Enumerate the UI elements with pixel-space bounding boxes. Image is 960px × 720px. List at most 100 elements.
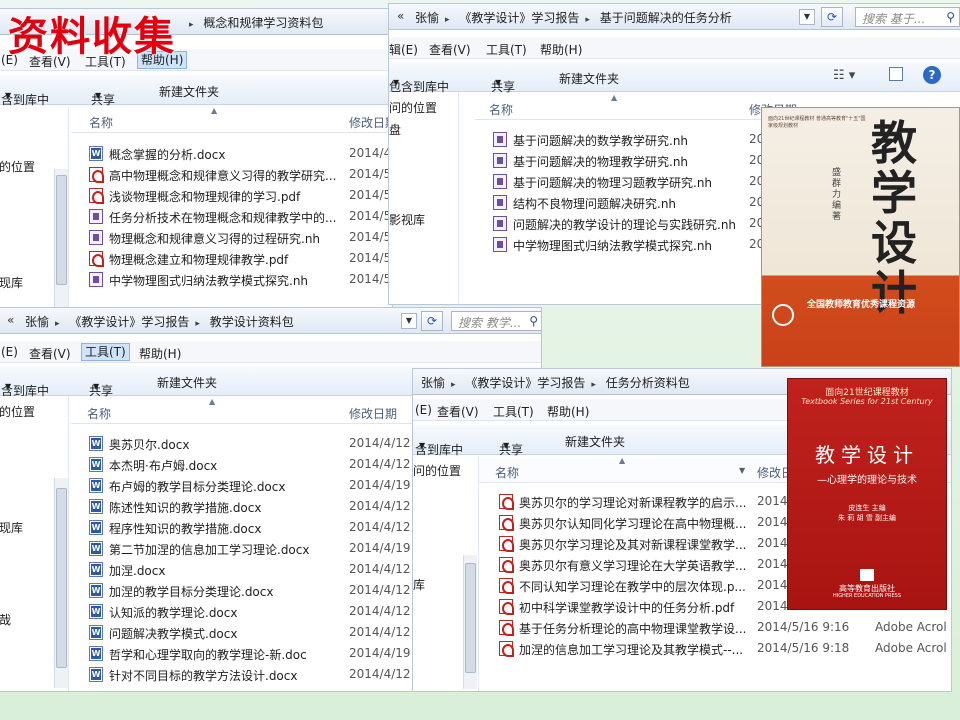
breadcrumb[interactable]: ▸ 概念和规律学习资料包	[189, 14, 329, 31]
new-folder-button[interactable]: 新建文件夹	[159, 83, 219, 100]
file-date: 2014/4	[349, 146, 392, 160]
scrollbar-thumb[interactable]	[465, 563, 476, 673]
breadcrumb-item[interactable]: 教学设计资料包	[210, 315, 294, 329]
nav-scrollbar[interactable]	[54, 169, 68, 309]
nav-item-video-library[interactable]: 影视库	[389, 211, 425, 228]
breadcrumb-item[interactable]: 《教学设计》学习报告	[69, 315, 189, 329]
column-name-header[interactable]: 名称	[89, 114, 113, 131]
column-date-header[interactable]: 修改日期	[349, 114, 392, 131]
nav-item-video-library[interactable]: 现库	[0, 274, 23, 291]
file-row[interactable]: 任务分析技术在物理概念和规律教学中的... 2014/5	[89, 206, 392, 227]
search-icon: ⚲	[946, 10, 955, 24]
scrollbar-thumb[interactable]	[56, 488, 67, 668]
nav-scrollbar[interactable]	[54, 478, 68, 688]
menu-view[interactable]: 查看(V)	[437, 403, 479, 420]
chevron-down-icon: ▼	[419, 441, 426, 450]
breadcrumb-separator-icon: ▸	[451, 380, 456, 390]
breadcrumb[interactable]: 张愉 ▸ 《教学设计》学习报告 ▸ 基于问题解决的任务分析	[415, 9, 738, 26]
pdf-file-icon	[89, 167, 104, 183]
menu-edit[interactable]: (E)	[415, 403, 432, 417]
nav-item-video-library[interactable]: 现库	[0, 519, 23, 536]
chevron-down-icon[interactable]: ▼	[799, 9, 815, 25]
file-type: Adobe Acrol	[875, 620, 947, 634]
word-document-icon	[89, 541, 103, 556]
file-name: 基于问题解决的数学教学研究.nh	[513, 134, 689, 148]
word-document-icon	[89, 562, 103, 577]
column-name-header[interactable]: 名称	[489, 101, 513, 118]
file-row[interactable]: 物理概念和规律意义习得的过程研究.nh 2014/5	[89, 227, 392, 248]
breadcrumb-item[interactable]: 《教学设计》学习报告	[459, 11, 579, 25]
chevron-down-icon[interactable]: ▼	[401, 313, 417, 329]
publisher-logo-icon	[860, 569, 874, 581]
file-name: 陈述性知识的教学措施.docx	[109, 501, 262, 515]
sort-ascending-icon: ▲	[209, 397, 216, 406]
breadcrumb-item[interactable]: 《教学设计》学习报告	[465, 376, 585, 390]
menu-view[interactable]: 查看(V)	[29, 345, 71, 362]
address-bar[interactable]: « 张愉 ▸ 《教学设计》学习报告 ▸ 教学设计资料包 ▼ ⟳ 搜索 教学... ⚲	[0, 308, 541, 334]
breadcrumb-item[interactable]: 任务分析资料包	[606, 376, 690, 390]
menu-tools[interactable]: 工具(T)	[81, 343, 130, 361]
refresh-icon[interactable]: ⟳	[821, 7, 843, 27]
scrollbar-thumb[interactable]	[56, 175, 67, 285]
file-row[interactable]: 加涅的信息加工学习理论及其教学模式--... 2014/5/16 9:18 Adob…	[499, 638, 951, 659]
nav-scrollbar[interactable]	[463, 555, 477, 689]
preview-pane-icon[interactable]	[889, 67, 903, 81]
refresh-icon[interactable]: ⟳	[421, 311, 443, 331]
nav-item-library[interactable]: 库	[413, 576, 425, 593]
new-folder-button[interactable]: 新建文件夹	[565, 433, 625, 450]
column-date-header[interactable]: 修改日期	[349, 405, 397, 422]
breadcrumb-item[interactable]: 张愉	[25, 315, 49, 329]
file-row[interactable]: 中学物理图式归纳法教学模式探究.nh 2014/5	[89, 269, 392, 290]
column-name-header[interactable]: 名称	[87, 405, 111, 422]
help-icon[interactable]: ?	[923, 66, 941, 84]
sort-ascending-icon: ▲	[211, 106, 218, 115]
file-name: 针对不同目标的教学方法设计.docx	[109, 669, 298, 683]
column-name-header[interactable]: 名称	[495, 464, 519, 481]
file-name: 物理概念和规律意义习得的过程研究.nh	[109, 232, 321, 246]
new-folder-button[interactable]: 新建文件夹	[559, 70, 619, 87]
menu-help[interactable]: 帮助(H)	[139, 345, 181, 362]
breadcrumb[interactable]: 张愉 ▸ 《教学设计》学习报告 ▸ 任务分析资料包	[421, 374, 696, 391]
breadcrumb-item[interactable]: 概念和规律学习资料包	[203, 16, 323, 30]
nh-file-icon	[493, 237, 507, 252]
breadcrumb-item[interactable]: 张愉	[415, 11, 439, 25]
menu-edit[interactable]: 辑(E)	[389, 41, 418, 58]
nav-item-drive[interactable]: 盘	[389, 121, 401, 138]
nav-item-computer[interactable]: 哉	[0, 611, 11, 628]
nav-item-recent-places[interactable]: 的位置	[0, 403, 35, 420]
nav-item-recent-places[interactable]: 的位置	[0, 158, 35, 175]
menu-tools[interactable]: 工具(T)	[486, 41, 527, 58]
breadcrumb[interactable]: 张愉 ▸ 《教学设计》学习报告 ▸ 教学设计资料包	[25, 313, 300, 330]
view-options-icon[interactable]: ☷ ▾	[833, 68, 855, 83]
file-date: 2014	[757, 578, 788, 592]
address-bar[interactable]: « 张愉 ▸ 《教学设计》学习报告 ▸ 基于问题解决的任务分析 ▼ ⟳ 搜索 基于.…	[389, 4, 960, 30]
menu-help[interactable]: 帮助(H)	[540, 41, 582, 58]
file-row[interactable]: 高中物理概念和规律意义习得的教学研究... 2014/5	[89, 164, 392, 185]
search-input[interactable]: 搜索 基于... ⚲	[855, 7, 960, 27]
breadcrumb-item[interactable]: 基于问题解决的任务分析	[600, 11, 732, 25]
nav-item-recent-places[interactable]: 问的位置	[389, 99, 437, 116]
command-bar: 包含到库中 ▼ 共享 ▼ 新建文件夹 ☷ ▾ ?	[389, 62, 960, 94]
word-document-icon	[89, 146, 103, 161]
pdf-file-icon	[499, 515, 514, 531]
new-folder-button[interactable]: 新建文件夹	[157, 374, 217, 391]
breadcrumb-item[interactable]: 张愉	[421, 376, 445, 390]
pdf-file-icon	[89, 188, 104, 204]
file-row[interactable]: 物理概念建立和物理规律教学.pdf 2014/5	[89, 248, 392, 269]
file-name: 初中科学课堂教学设计中的任务分析.pdf	[519, 601, 735, 615]
column-filter-icon[interactable]: ▼	[739, 466, 745, 475]
nav-item-recent-places[interactable]: 问的位置	[413, 462, 461, 479]
file-name: 布卢姆的教学目标分类理论.docx	[109, 480, 286, 494]
menu-edit[interactable]: (E)	[1, 345, 18, 359]
menu-tools[interactable]: 工具(T)	[493, 403, 534, 420]
menu-view[interactable]: 查看(V)	[429, 41, 471, 58]
menu-help[interactable]: 帮助(H)	[547, 403, 589, 420]
file-row[interactable]: 基于任务分析理论的高中物理课堂教学设... 2014/5/16 9:16 Adobe…	[499, 617, 951, 638]
file-date: 2014/5	[349, 167, 392, 181]
file-date: 2014/5	[349, 209, 392, 223]
file-name: 中学物理图式归纳法教学模式探究.nh	[513, 239, 713, 253]
file-row[interactable]: 浅谈物理概念和物理规律的学习.pdf 2014/5	[89, 185, 392, 206]
file-row[interactable]: 概念掌握的分析.docx 2014/4	[89, 143, 392, 164]
pdf-file-icon	[499, 494, 514, 510]
search-input[interactable]: 搜索 教学... ⚲	[451, 311, 541, 331]
